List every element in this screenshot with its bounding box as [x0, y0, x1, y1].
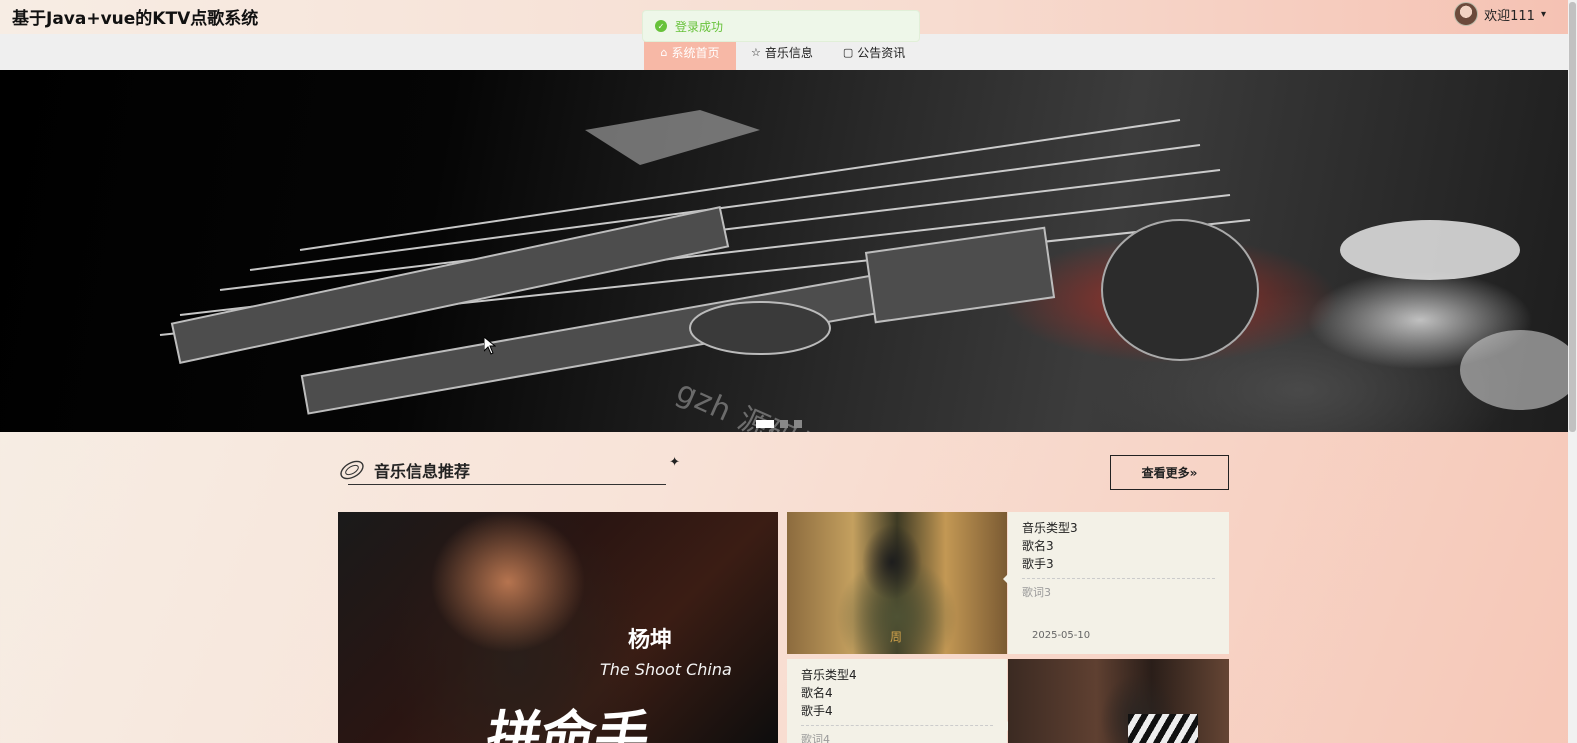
section-header: 音乐信息推荐 ✦ [338, 455, 686, 490]
caret-down-icon[interactable]: ▾ [1541, 9, 1546, 20]
music-type: 音乐类型4 [801, 668, 857, 682]
section-title: 音乐信息推荐 [374, 462, 471, 481]
sparkle-icon: ✦ [669, 455, 680, 470]
poster-title: 拼命手 [481, 705, 655, 743]
carousel-dot[interactable] [794, 420, 802, 428]
music-date: 2025-05-10 [1032, 630, 1091, 641]
music-name: 歌名4 [801, 686, 833, 700]
music-singer: 歌手4 [801, 704, 833, 718]
view-more-button[interactable]: 查看更多 » [1110, 455, 1229, 490]
featured-music-card[interactable]: 杨坤 The Shoot China 拼命手 [338, 512, 778, 743]
divider [1022, 578, 1215, 579]
music-name: 歌名3 [1022, 539, 1054, 553]
check-circle-icon: ✓ [655, 20, 667, 32]
carousel-dot[interactable] [780, 420, 788, 428]
site-title: 基于Java+vue的KTV点歌系统 [12, 9, 259, 29]
home-icon: ⌂ [660, 45, 668, 59]
toast-message: 登录成功 [675, 19, 724, 34]
guitar-illustration [159, 110, 1568, 415]
success-toast: ✓ 登录成功 [642, 10, 920, 42]
scrollbar-thumb[interactable] [1569, 2, 1576, 432]
avatar[interactable] [1454, 2, 1479, 26]
double-chevron-right-icon: » [1189, 465, 1198, 480]
carousel-dot[interactable] [756, 420, 774, 428]
thumbnail-label: 周 [890, 630, 903, 644]
nav-item-label: 音乐信息 [764, 45, 813, 60]
divider [801, 725, 993, 726]
music-info-card[interactable]: 音乐类型3 歌名3 歌手3 歌词3 2025-05-10 [1003, 512, 1229, 654]
music-lyric: 歌词4 [801, 733, 830, 743]
hero-carousel[interactable]: gzh 源码好优多 [0, 70, 1568, 432]
music-thumbnail[interactable] [1008, 659, 1229, 743]
poster-artist: 杨坤 [628, 628, 673, 653]
poster-subtitle: The Shoot China [600, 660, 732, 679]
nav-item-label: 公告资讯 [857, 45, 906, 60]
carousel-indicators [756, 420, 802, 428]
pointer-arrow [1003, 574, 1008, 584]
view-more-label: 查看更多 [1141, 466, 1190, 480]
music-lyric: 歌词3 [1022, 586, 1051, 599]
nav-item-label: 系统首页 [671, 45, 720, 60]
music-record-icon [340, 460, 364, 480]
music-thumbnail[interactable]: 周 [787, 512, 1007, 654]
user-menu[interactable]: 欢迎111 ▾ [1454, 2, 1546, 26]
star-outline-icon: ☆ [751, 45, 761, 59]
music-singer: 歌手3 [1022, 557, 1054, 571]
section-underline [348, 484, 666, 485]
music-info-card[interactable]: 音乐类型4 歌名4 歌手4 歌词4 [787, 659, 1012, 743]
jacket-pattern [1128, 714, 1198, 743]
bag-icon: ▢ [842, 45, 854, 59]
welcome-text[interactable]: 欢迎111 [1484, 5, 1535, 24]
music-type: 音乐类型3 [1022, 521, 1078, 535]
page-scrollbar[interactable] [1568, 0, 1577, 743]
mouse-cursor-icon [484, 337, 496, 355]
